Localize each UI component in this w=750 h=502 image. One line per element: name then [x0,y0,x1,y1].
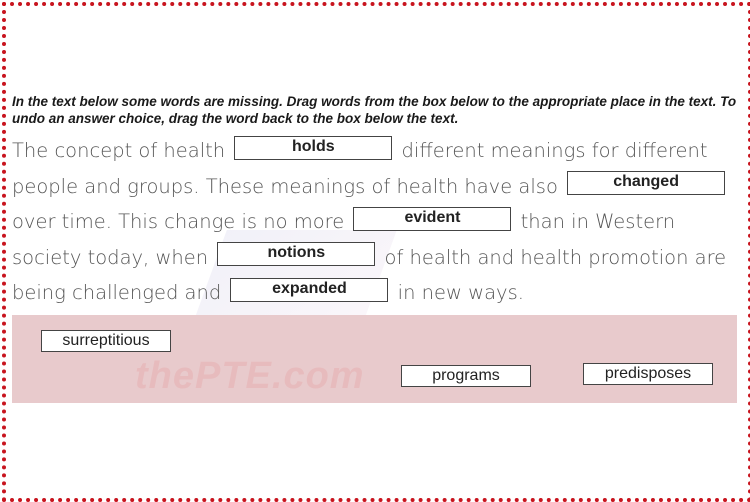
passage-text: in new ways. [397,281,524,304]
passage-text: The concept of health [12,139,226,162]
blank-5[interactable]: expanded [230,277,389,302]
blank-2[interactable]: changed [567,171,726,195]
blank-3[interactable]: evident [353,206,512,231]
instructions: In the text below some words are missing… [12,94,737,126]
word-bank[interactable]: surreptitious programs predisposes [12,315,737,403]
blank-1[interactable]: holds [234,135,393,160]
watermark: thePTE.com [135,355,365,397]
passage-text: over time. This change is no more [12,210,345,233]
word-chip[interactable]: predisposes [583,363,713,385]
blank-4[interactable]: notions [217,242,376,266]
word-chip[interactable]: surreptitious [41,330,171,352]
passage: The concept of health holds different me… [12,133,737,311]
word-chip[interactable]: programs [401,365,531,387]
